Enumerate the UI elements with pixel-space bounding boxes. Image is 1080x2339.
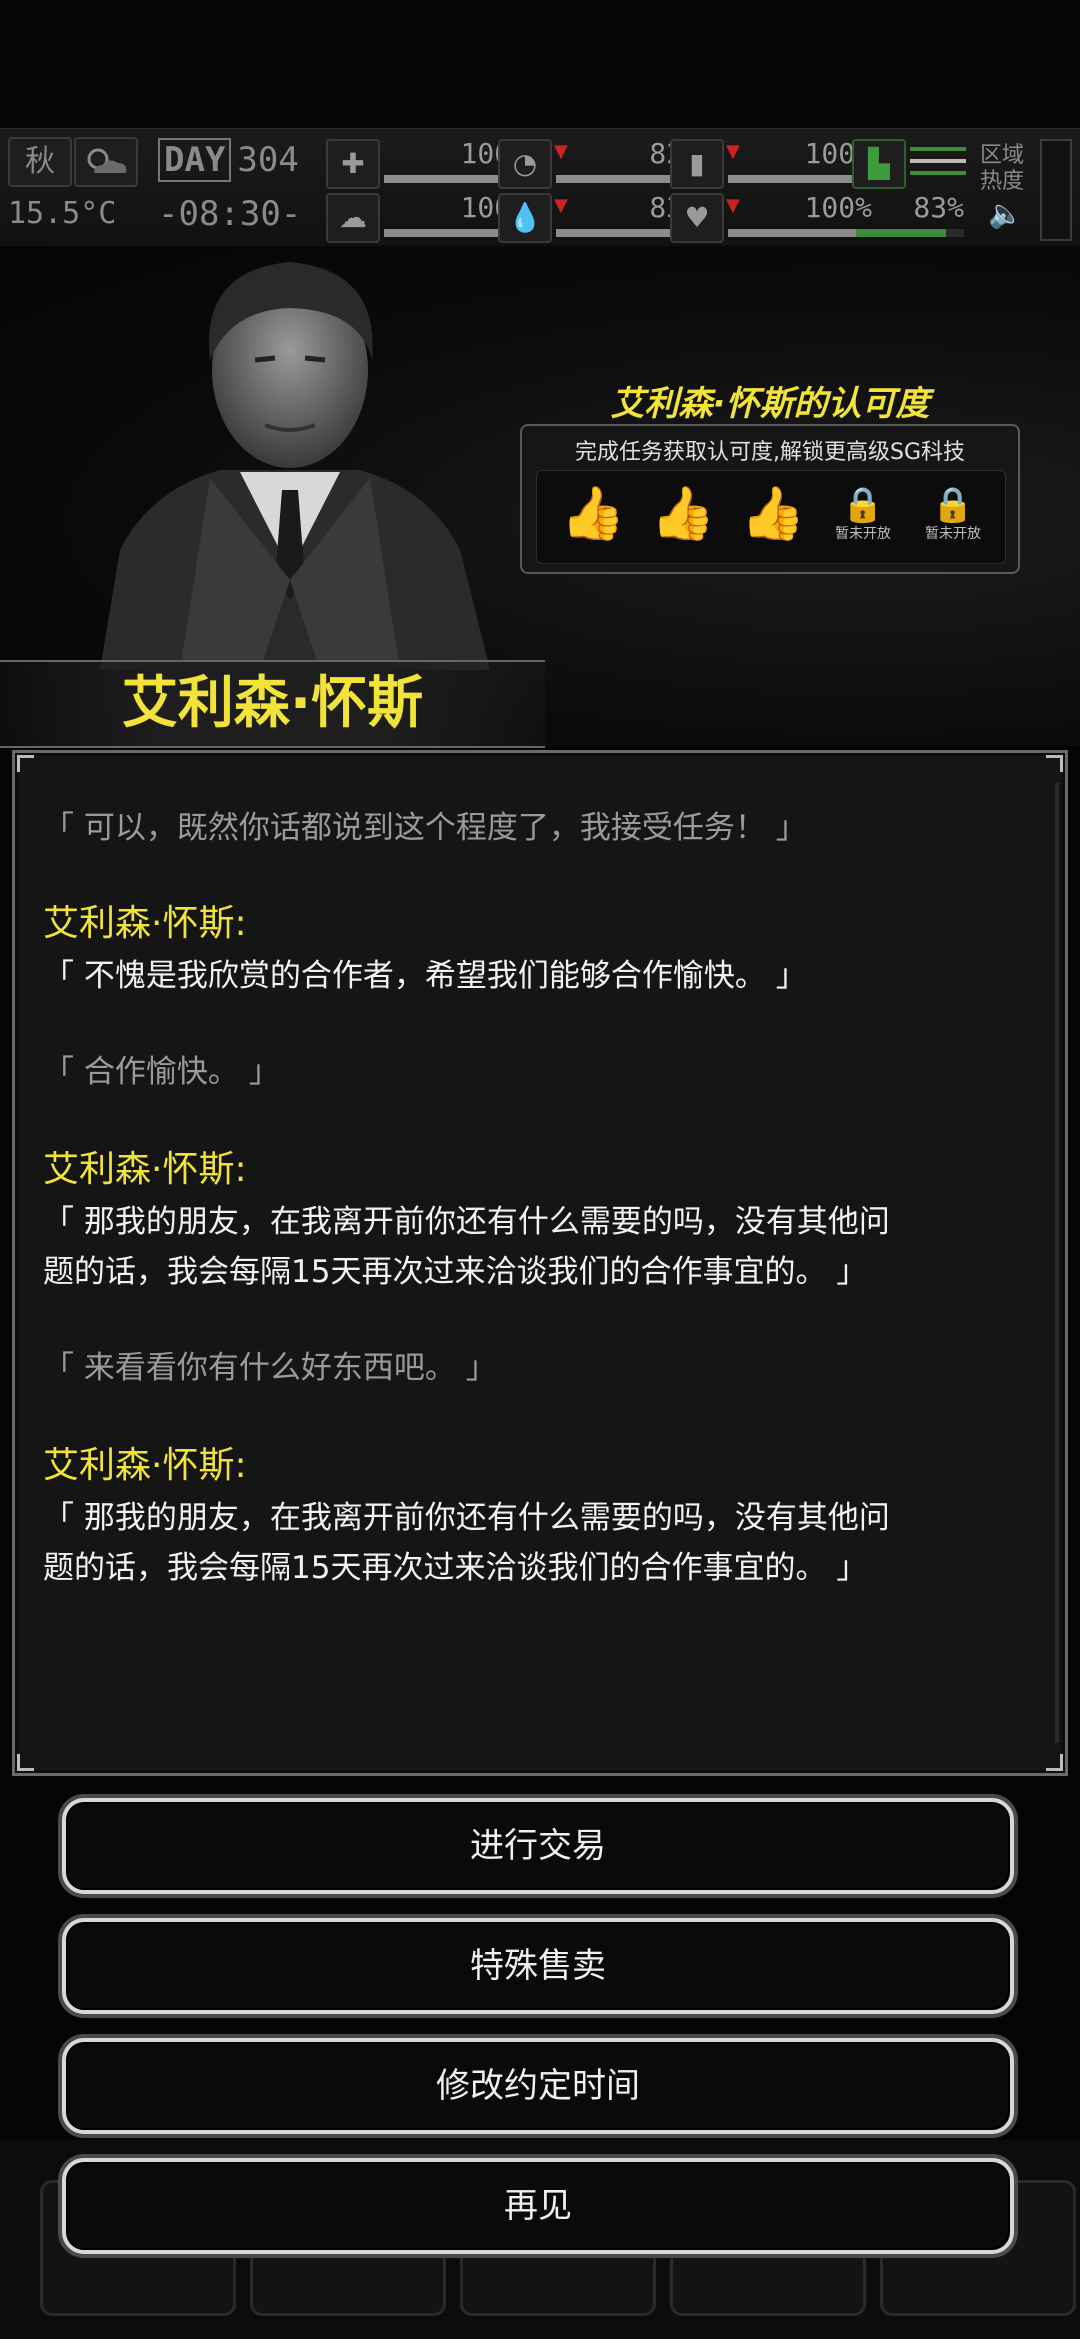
boot-icon: ▙: [852, 139, 906, 189]
game-screen: 秋 15.5°C DAY 304 -08:30- ✚ 100% ☁ 100% ◔ …: [0, 0, 1080, 2339]
battery-icon: ▮: [670, 139, 724, 189]
character-portrait: [100, 262, 490, 670]
dialog-line-player: 「 合作愉快。 」: [43, 1054, 280, 1090]
day-number: 304: [237, 140, 299, 180]
dialog-line-npc: 「 不愧是我欣赏的合作者，希望我们能够合作愉快。 」: [43, 958, 807, 994]
day-tag: DAY: [158, 138, 232, 182]
approval-slots: 👍 👍 👍 🔒 暂未开放 🔒 暂未开放: [536, 470, 1006, 564]
season-indicator: 秋: [8, 137, 72, 187]
dialog-speaker: 艾利森·怀斯:: [43, 1445, 247, 1486]
change-time-button[interactable]: 修改约定时间: [62, 2038, 1014, 2134]
approval-slot-locked: 🔒 暂未开放: [913, 479, 993, 555]
dialog-line-player: 「 来看看你有什么好东西吧。 」: [43, 1350, 497, 1386]
dialog-line-player: 「 可以，既然你话都说到这个程度了，我接受任务！ 」: [43, 810, 807, 846]
dialog-log[interactable]: 「 可以，既然你话都说到这个程度了，我接受任务！ 」 艾利森·怀斯: 「 不愧是…: [12, 750, 1068, 1776]
stat-stamina-graph: ▙: [852, 137, 970, 189]
trade-button[interactable]: 进行交易: [62, 1798, 1014, 1894]
stat-stamina: 83%: [852, 191, 970, 241]
stat-stamina-bar: [856, 229, 964, 237]
weather-icon: [74, 137, 138, 187]
heart-icon: ♥: [670, 193, 724, 243]
temperature-readout: 15.5°C: [8, 196, 117, 231]
speaker-icon[interactable]: 🔈: [988, 197, 1023, 230]
stat-heart: ♥ ▼ 100%: [670, 191, 878, 243]
locked-label: 暂未开放: [925, 526, 981, 542]
approval-slot: 👍: [643, 479, 723, 555]
stat-energy: ▮ ▼ 100%: [670, 137, 878, 189]
approval-description: 完成任务获取认可度,解锁更高级SG科技: [574, 440, 965, 465]
thumbs-up-icon: 👍: [650, 484, 716, 544]
dialog-line-npc: 「 那我的朋友，在我离开前你还有什么需要的吗，没有其他问 题的话，我会每隔15天…: [43, 1500, 890, 1586]
dialog-speaker: 艾利森·怀斯:: [43, 903, 247, 944]
stat-energy-bar: [728, 175, 872, 183]
down-arrow-icon: ▼: [726, 195, 740, 216]
water-drop-icon: 💧: [498, 193, 552, 243]
day-counter: DAY 304: [158, 137, 299, 183]
goodbye-button[interactable]: 再见: [62, 2158, 1014, 2254]
down-arrow-icon: ▼: [554, 195, 568, 216]
approval-slot-locked: 🔒 暂未开放: [823, 479, 903, 555]
locked-label: 暂未开放: [835, 526, 891, 542]
thumbs-up-icon: 👍: [560, 484, 626, 544]
zone-heat-label: 区域热度: [980, 143, 1025, 194]
dialog-line-npc: 「 那我的朋友，在我离开前你还有什么需要的吗，没有其他问 题的话，我会每隔15天…: [43, 1204, 890, 1290]
down-arrow-icon: ▼: [554, 141, 568, 162]
approval-slot: 👍: [553, 479, 633, 555]
status-hud: 秋 15.5°C DAY 304 -08:30- ✚ 100% ☁ 100% ◔ …: [0, 128, 1080, 248]
brain-icon: ☁: [326, 193, 380, 243]
stomach-icon: ◔: [498, 139, 552, 189]
character-name: 艾利森·怀斯: [121, 671, 424, 736]
special-sale-button[interactable]: 特殊售卖: [62, 1918, 1014, 2014]
zone-heat-bar: [1040, 139, 1072, 241]
approval-panel: 完成任务获取认可度,解锁更高级SG科技 👍 👍 👍 🔒 暂未开放 🔒 暂未开放: [520, 424, 1020, 574]
lock-icon: 🔒: [931, 485, 975, 525]
approval-slot: 👍: [733, 479, 813, 555]
dialog-speaker: 艾利森·怀斯:: [43, 1149, 247, 1190]
stat-heart-bar: [728, 229, 872, 237]
thumbs-up-icon: 👍: [740, 484, 806, 544]
medkit-icon: ✚: [326, 139, 380, 189]
lock-icon: 🔒: [841, 485, 885, 525]
down-arrow-icon: ▼: [726, 141, 740, 162]
stat-stamina-value: 83%: [913, 191, 964, 224]
clock-readout: -08:30-: [158, 194, 302, 234]
dialog-scrollbar[interactable]: [1055, 783, 1059, 1743]
approval-title: 艾利森·怀斯的认可度: [610, 384, 930, 424]
